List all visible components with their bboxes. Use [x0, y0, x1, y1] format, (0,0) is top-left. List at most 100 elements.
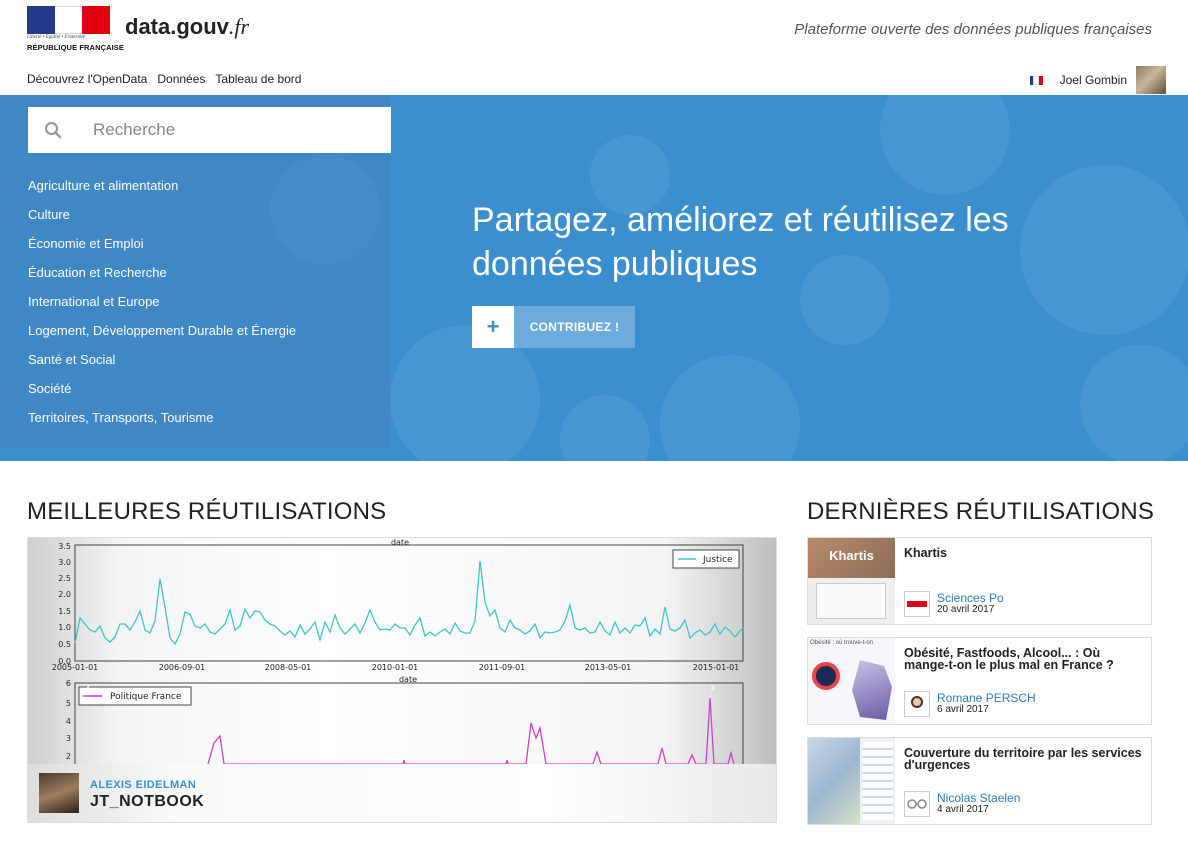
topic-item[interactable]: Éducation et Recherche: [28, 266, 296, 295]
avatar-face: [911, 696, 923, 708]
nav-item-donnees[interactable]: Données: [157, 72, 205, 86]
reuse-card-org[interactable]: Nicolas Staelen: [937, 791, 1020, 805]
french-flag-icon[interactable]: [1029, 75, 1043, 85]
thumb-map: [808, 738, 860, 824]
logo-motto: Liberté • Égalité • Fraternité: [27, 35, 85, 40]
user-name[interactable]: Joel Gombin: [1060, 73, 1127, 87]
plot1-ytick: 2.0: [58, 590, 71, 599]
plot1-axis-label: date: [391, 538, 409, 547]
reuse-card-title[interactable]: Khartis: [904, 547, 1144, 560]
reuse-title[interactable]: JT_NOTBOOK: [90, 793, 204, 811]
plot1-xtick: 2013-05-01: [585, 663, 632, 672]
marianne-flag-icon: [27, 6, 111, 34]
reuse-thumbnail: Khartis: [808, 538, 895, 624]
user-avatar[interactable]: [1136, 66, 1166, 94]
reuse-card-title[interactable]: Couverture du territoire par les service…: [904, 747, 1144, 772]
author-name[interactable]: ALEXIS EIDELMAN: [90, 779, 196, 791]
plot2-ytick: 3: [66, 734, 71, 743]
user-avatar-icon[interactable]: [904, 691, 930, 717]
topic-item[interactable]: International et Europe: [28, 295, 296, 324]
thumb-map: [852, 660, 892, 720]
topic-list: Agriculture et alimentation Culture Écon…: [28, 179, 296, 440]
plot1-ytick: 0.5: [58, 640, 71, 649]
glasses-icon[interactable]: [904, 791, 930, 817]
decor-bubble: [660, 355, 800, 461]
topic-item[interactable]: Agriculture et alimentation: [28, 179, 296, 208]
plot2-legend-label: Politique France: [110, 692, 182, 702]
featured-reuse-card[interactable]: date 3.5 3.0 2.5 2.0 1.5 1.0 0.5 0.0 200…: [27, 537, 777, 823]
latest-reuses-title: DERNIÈRES RÉUTILISATIONS: [807, 498, 1155, 525]
thumb-label: Khartis: [829, 548, 874, 563]
topic-item[interactable]: Économie et Emploi: [28, 237, 296, 266]
carousel-prev-icon[interactable]: ‹: [86, 679, 91, 697]
reuse-card-org[interactable]: Sciences Po: [937, 591, 1004, 605]
topic-item[interactable]: Territoires, Transports, Tourisme: [28, 411, 296, 440]
search-icon[interactable]: [28, 107, 78, 153]
reuse-caption: ALEXIS EIDELMAN JT_NOTBOOK: [28, 764, 776, 822]
contribute-button[interactable]: + CONTRIBUEZ !: [472, 306, 635, 348]
site-tagline: Plateforme ouverte des données publiques…: [794, 21, 1152, 38]
reuse-thumbnail: [808, 738, 895, 824]
brand-main: data.gouv: [125, 14, 229, 39]
reuse-thumbnail: Obésité : où trouve-t-on: [808, 638, 895, 724]
author-avatar[interactable]: [39, 773, 79, 813]
plot1-xtick: 2006-09-01: [159, 663, 206, 672]
carousel-next-icon[interactable]: ›: [710, 679, 715, 697]
topic-item[interactable]: Culture: [28, 208, 296, 237]
reuse-preview-plots: date 3.5 3.0 2.5 2.0 1.5 1.0 0.5 0.0 200…: [52, 538, 744, 764]
brand-ext: .fr: [228, 14, 250, 39]
plot2-ytick: 4: [66, 717, 71, 726]
reuse-card-title[interactable]: Obésité, Fastfoods, Alcool... : Où mange…: [904, 647, 1144, 672]
plot1-ytick: 1.0: [58, 623, 71, 632]
reuse-card-date: 20 avril 2017: [937, 604, 995, 615]
nav-item-opendata[interactable]: Découvrez l'OpenData: [27, 72, 147, 86]
topic-item[interactable]: Société: [28, 382, 296, 411]
search-bar: [28, 107, 391, 153]
reuse-card-date: 4 avril 2017: [937, 804, 989, 815]
plot2-ytick: 5: [66, 699, 71, 708]
logo-mark: [907, 601, 927, 607]
reuse-card-org[interactable]: Romane PERSCH: [937, 691, 1036, 705]
plot1-xtick: 2005-01-01: [52, 663, 99, 672]
site-header: Liberté • Égalité • Fraternité RÉPUBLIQU…: [0, 0, 1188, 64]
best-reuses-title: MEILLEURES RÉUTILISATIONS: [27, 498, 387, 525]
contribute-label: CONTRIBUEZ !: [514, 306, 635, 348]
plot1-xtick: 2015-01-01: [693, 663, 740, 672]
decor-bubble: [560, 395, 650, 461]
reuse-card[interactable]: Obésité : où trouve-t-on Obésité, Fastfo…: [807, 637, 1152, 725]
search-input[interactable]: [93, 120, 383, 140]
logo-text: RÉPUBLIQUE FRANÇAISE: [27, 43, 125, 52]
topic-item[interactable]: Logement, Développement Durable et Énerg…: [28, 324, 296, 353]
plot1-ytick: 3.5: [58, 542, 71, 551]
decor-bubble: [1080, 345, 1188, 461]
politique-france-series-line: [207, 697, 735, 764]
thumb-text: [863, 742, 893, 820]
justice-series-line: [74, 560, 744, 646]
plot1-ytick: 2.5: [58, 574, 71, 583]
reuse-card-date: 6 avril 2017: [937, 704, 989, 715]
thumb-pie: [812, 662, 840, 690]
plot2-ytick: 6: [66, 679, 71, 688]
topic-item[interactable]: Santé et Social: [28, 353, 296, 382]
reuse-preview: date 3.5 3.0 2.5 2.0 1.5 1.0 0.5 0.0 200…: [28, 538, 776, 764]
republique-francaise-logo[interactable]: Liberté • Égalité • Fraternité RÉPUBLIQU…: [27, 6, 124, 54]
plot1-xtick: 2008-05-01: [265, 663, 312, 672]
plot2-ytick: 2: [66, 752, 71, 761]
reuse-card[interactable]: Couverture du territoire par les service…: [807, 737, 1152, 825]
main-nav: Découvrez l'OpenData Données Tableau de …: [27, 72, 301, 86]
plot1-xtick: 2011-09-01: [479, 663, 526, 672]
hero-title: Partagez, améliorez et réutilisez les do…: [472, 201, 1009, 283]
nav-item-dashboard[interactable]: Tableau de bord: [215, 72, 301, 86]
sciences-po-logo-icon[interactable]: [904, 591, 930, 617]
hero-banner: Agriculture et alimentation Culture Écon…: [0, 95, 1188, 461]
thumb-map-preview: [816, 583, 886, 619]
plot1-xtick: 2010-01-01: [372, 663, 419, 672]
plot1-legend-label: Justice: [702, 555, 733, 565]
site-brand[interactable]: data.gouv.fr: [125, 14, 249, 40]
decor-bubble: [880, 95, 1010, 195]
plus-icon: +: [472, 306, 514, 348]
plot1-ytick: 3.0: [58, 558, 71, 567]
plot1-ytick: 1.5: [58, 607, 71, 616]
reuse-card[interactable]: Khartis Khartis Sciences Po 20 avril 201…: [807, 537, 1152, 625]
user-nav: Joel Gombin: [1029, 66, 1166, 94]
